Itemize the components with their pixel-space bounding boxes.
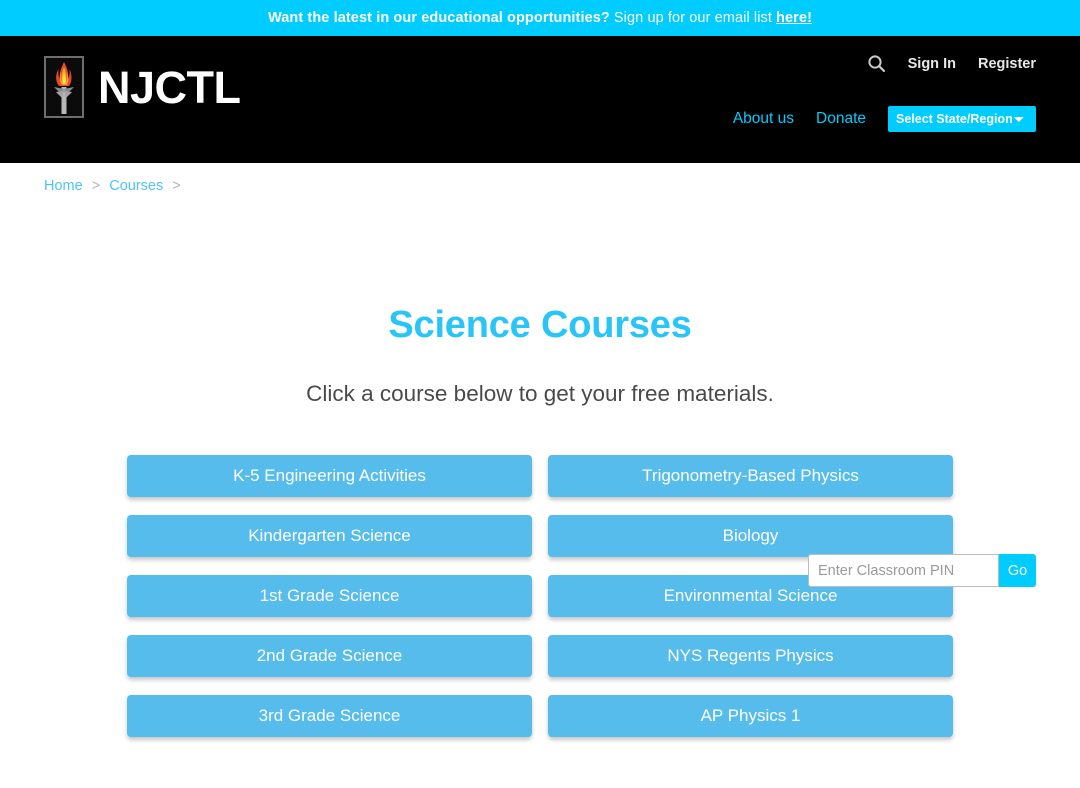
sign-in-link[interactable]: Sign In: [908, 56, 956, 72]
register-link[interactable]: Register: [978, 56, 1036, 72]
course-button-grid: K-5 Engineering Activities Trigonometry-…: [127, 455, 953, 737]
breadcrumb-item-home[interactable]: Home: [44, 178, 83, 194]
promo-banner: Want the latest in our educational oppor…: [0, 0, 1080, 36]
course-button-k5-engineering-activities[interactable]: K-5 Engineering Activities: [127, 455, 532, 497]
promo-banner-signup-link[interactable]: here!: [776, 10, 812, 26]
brand-logo-link[interactable]: NJCTL: [44, 56, 241, 118]
main-content: Go Science Courses Click a course below …: [0, 304, 1080, 737]
torch-flame-icon: [44, 56, 84, 118]
header-main-nav: About us Donate Select State/Region: [733, 106, 1036, 132]
course-button-ap-physics-1[interactable]: AP Physics 1: [548, 695, 953, 737]
header-utility-nav: Sign In Register: [867, 54, 1036, 73]
course-button-3rd-grade-science[interactable]: 3rd Grade Science: [127, 695, 532, 737]
course-button-trigonometry-based-physics[interactable]: Trigonometry-Based Physics: [548, 455, 953, 497]
breadcrumb-separator: >: [172, 178, 181, 194]
classroom-pin-form: Go: [808, 554, 1036, 587]
promo-banner-headline: Want the latest in our educational oppor…: [267, 10, 610, 26]
page-subtitle: Click a course below to get your free ma…: [306, 381, 774, 406]
breadcrumb-item-courses[interactable]: Courses: [109, 178, 163, 194]
course-button-kindergarten-science[interactable]: Kindergarten Science: [127, 515, 532, 557]
site-header: NJCTL Sign In Register About us Donate S…: [0, 36, 1080, 163]
search-icon[interactable]: [867, 54, 886, 73]
course-button-2nd-grade-science[interactable]: 2nd Grade Science: [127, 635, 532, 677]
breadcrumb-separator: >: [91, 178, 101, 194]
course-button-nys-regents-physics[interactable]: NYS Regents Physics: [548, 635, 953, 677]
state-region-select[interactable]: Select State/Region: [888, 106, 1036, 132]
breadcrumb: Home > Courses >: [0, 163, 1080, 194]
course-button-1st-grade-science[interactable]: 1st Grade Science: [127, 575, 532, 617]
brand-name: NJCTL: [98, 61, 241, 113]
course-button-biology[interactable]: Biology: [548, 515, 953, 557]
promo-banner-text: Sign up for our email list: [613, 10, 773, 26]
nav-link-about-us[interactable]: About us: [733, 110, 794, 128]
classroom-pin-go-button[interactable]: Go: [999, 554, 1036, 587]
page-title: Science Courses: [388, 304, 692, 346]
nav-link-donate[interactable]: Donate: [816, 110, 866, 128]
classroom-pin-input[interactable]: [808, 554, 999, 587]
